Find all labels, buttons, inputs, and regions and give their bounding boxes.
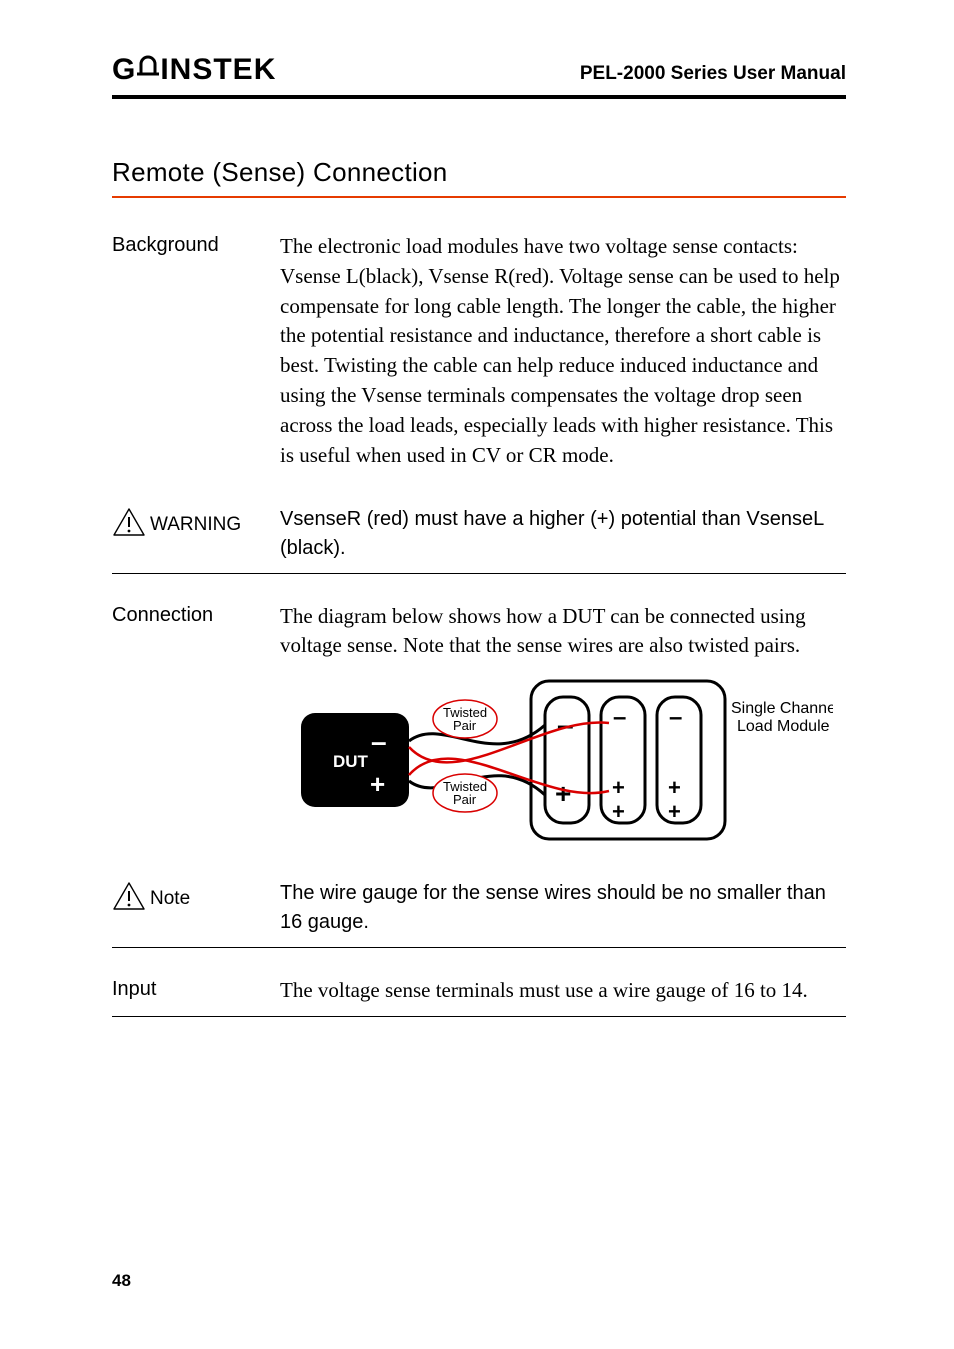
fig-dut-plus: + bbox=[370, 769, 385, 799]
note-label: Note bbox=[112, 881, 280, 917]
text-background: The electronic load modules have two vol… bbox=[280, 232, 846, 471]
fig-main-plus: + bbox=[555, 778, 571, 809]
text-warning: VsenseR (red) must have a higher (+) pot… bbox=[280, 505, 846, 563]
block-input: Input The voltage sense terminals must u… bbox=[112, 976, 846, 1006]
brand-letter-g: G bbox=[112, 55, 136, 85]
note-label-text: Note bbox=[150, 888, 190, 910]
note-triangle-icon bbox=[112, 881, 146, 917]
fig-sense1-plus1: + bbox=[612, 775, 625, 800]
brand-logo: G INSTEK bbox=[112, 52, 276, 85]
fig-sense1-plus2: + bbox=[612, 799, 625, 824]
block-warning: WARNING VsenseR (red) must have a higher… bbox=[112, 505, 846, 563]
fig-module-line2: Load Module bbox=[737, 718, 830, 735]
manual-title: PEL-2000 Series User Manual bbox=[580, 63, 846, 85]
label-background: Background bbox=[112, 232, 280, 471]
warning-label-text: WARNING bbox=[150, 514, 241, 536]
connection-diagram: DUT – + – + – + + – + bbox=[280, 675, 846, 845]
label-connection: Connection bbox=[112, 602, 280, 846]
text-input: The voltage sense terminals must use a w… bbox=[280, 976, 846, 1006]
header-divider bbox=[112, 95, 846, 99]
fig-sense2-minus: – bbox=[669, 704, 682, 731]
divider-after-warning bbox=[112, 573, 846, 574]
block-note: Note The wire gauge for the sense wires … bbox=[112, 879, 846, 937]
text-note: The wire gauge for the sense wires shoul… bbox=[280, 879, 846, 937]
page-number: 48 bbox=[112, 1271, 131, 1291]
fig-module-line1: Single Channel bbox=[731, 700, 833, 717]
brand-text: INSTEK bbox=[160, 55, 276, 85]
fig-pair-top: Pair bbox=[453, 718, 477, 733]
fig-pair-bottom: Pair bbox=[453, 792, 477, 807]
fig-dut-label: DUT bbox=[333, 752, 369, 771]
fig-sense1-minus: – bbox=[613, 704, 626, 731]
brand-mark-icon bbox=[137, 52, 159, 82]
warning-triangle-icon bbox=[112, 507, 146, 543]
text-connection: The diagram below shows how a DUT can be… bbox=[280, 602, 846, 662]
page-header: G INSTEK PEL-2000 Series User Manual bbox=[112, 52, 846, 91]
block-connection: Connection The diagram below shows how a… bbox=[112, 602, 846, 846]
section-divider bbox=[112, 196, 846, 198]
warning-label: WARNING bbox=[112, 507, 280, 543]
divider-after-input bbox=[112, 1016, 846, 1017]
label-input: Input bbox=[112, 976, 280, 1006]
fig-sense2-plus2: + bbox=[668, 799, 681, 824]
divider-after-note bbox=[112, 947, 846, 948]
fig-sense2-plus1: + bbox=[668, 775, 681, 800]
fig-dut-minus: – bbox=[371, 726, 387, 757]
block-background: Background The electronic load modules h… bbox=[112, 232, 846, 471]
section-title: Remote (Sense) Connection bbox=[112, 157, 846, 188]
